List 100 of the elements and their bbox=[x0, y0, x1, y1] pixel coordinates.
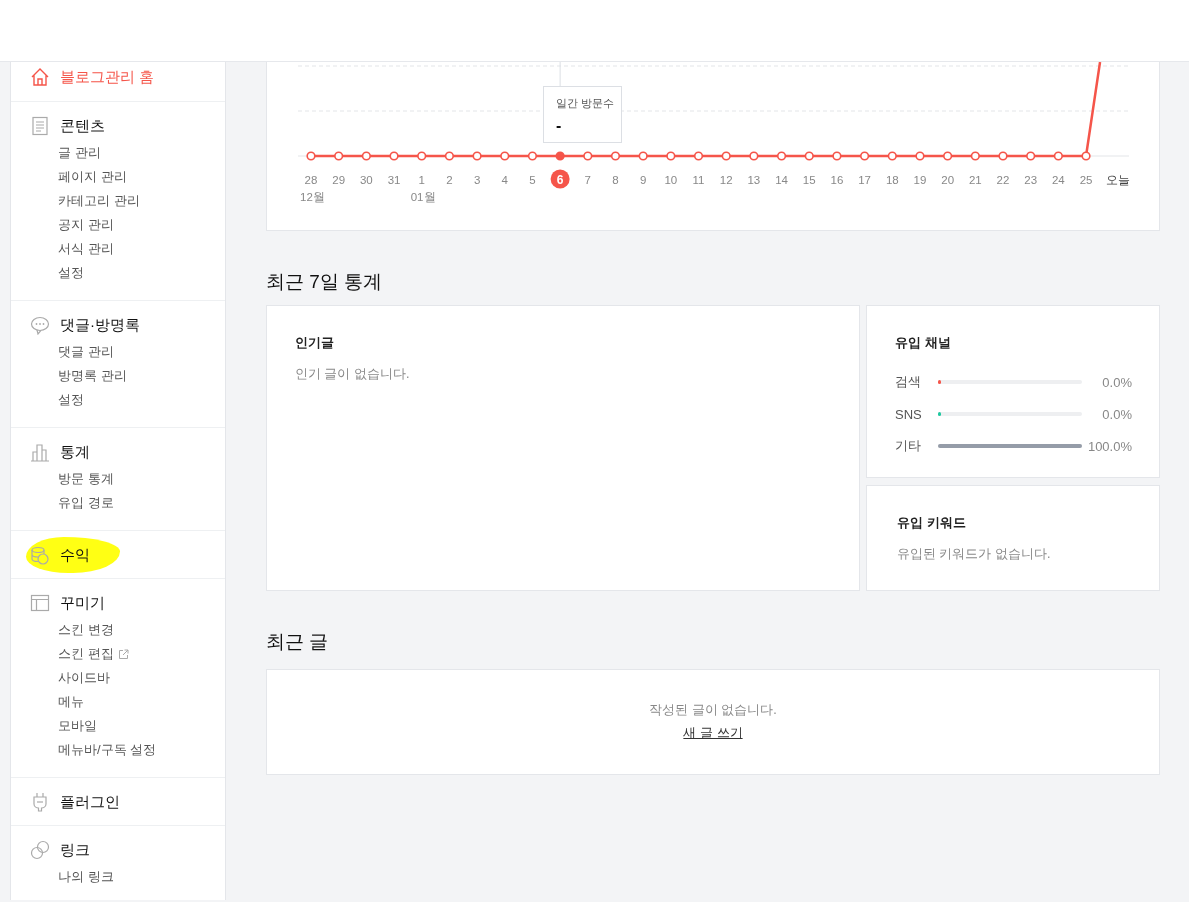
document-icon bbox=[30, 116, 50, 136]
month-label: 01월 bbox=[410, 191, 436, 203]
sidebar-item[interactable]: 댓글 관리 bbox=[58, 343, 114, 361]
sidebar-item[interactable]: 설정 bbox=[58, 264, 84, 282]
data-point[interactable] bbox=[527, 151, 538, 161]
data-point[interactable] bbox=[417, 151, 427, 161]
empty-message: 인기 글이 없습니다. bbox=[295, 366, 410, 383]
data-point[interactable] bbox=[389, 151, 399, 161]
sidebar-item[interactable]: 방명록 관리 bbox=[58, 367, 127, 385]
data-point[interactable] bbox=[776, 151, 787, 161]
date-label: 17 bbox=[858, 173, 871, 186]
coins-icon bbox=[30, 545, 50, 565]
tooltip-value: - bbox=[556, 117, 563, 135]
sidebar-section-title[interactable]: 링크 bbox=[60, 840, 90, 860]
date-label: 22 bbox=[996, 173, 1010, 186]
data-point[interactable] bbox=[998, 151, 1008, 161]
sidebar-section-title[interactable]: 수익 bbox=[60, 545, 90, 565]
date-label: 13 bbox=[747, 173, 761, 186]
sidebar-item[interactable]: 유입 경로 bbox=[58, 494, 114, 512]
sidebar-item[interactable]: 서식 관리 bbox=[58, 240, 114, 258]
channel-name: 검색 bbox=[895, 373, 922, 391]
date-label: 5 bbox=[529, 173, 536, 186]
sidebar-section-title[interactable]: 통계 bbox=[60, 442, 90, 462]
card-title: 유입 채널 bbox=[895, 334, 951, 352]
home-icon bbox=[30, 67, 50, 87]
date-label: 29 bbox=[332, 173, 346, 186]
sidebar-item[interactable]: 페이지 관리 bbox=[58, 168, 127, 186]
data-point[interactable] bbox=[721, 151, 731, 161]
date-label: 16 bbox=[830, 173, 844, 186]
date-label: 오늘 bbox=[1105, 173, 1130, 186]
data-point[interactable] bbox=[970, 151, 980, 161]
date-label: 24 bbox=[1051, 173, 1065, 186]
sidebar-item[interactable]: 방문 통계 bbox=[58, 470, 114, 488]
data-point[interactable] bbox=[472, 151, 482, 161]
date-label: 21 bbox=[968, 173, 982, 186]
data-point[interactable] bbox=[887, 151, 897, 161]
layout-icon bbox=[30, 593, 50, 613]
data-point[interactable] bbox=[583, 151, 593, 161]
sidebar-section-title[interactable]: 플러그인 bbox=[60, 792, 120, 812]
date-label: 4 bbox=[501, 173, 508, 186]
data-point[interactable] bbox=[361, 151, 371, 161]
data-point[interactable] bbox=[832, 151, 842, 161]
date-label: 2 bbox=[446, 173, 453, 186]
bar-chart-icon bbox=[30, 442, 50, 462]
date-label: 12 bbox=[719, 173, 733, 186]
tooltip-title: 일간 방문수 bbox=[556, 96, 616, 111]
date-label: 3 bbox=[473, 173, 481, 186]
section-heading: 최근 글 bbox=[266, 630, 330, 654]
chain-link-icon bbox=[30, 840, 50, 860]
data-point[interactable] bbox=[693, 151, 704, 161]
date-label: 28 bbox=[304, 173, 318, 186]
data-point[interactable] bbox=[555, 151, 565, 161]
data-point[interactable] bbox=[1081, 151, 1091, 161]
data-point[interactable] bbox=[1053, 151, 1063, 161]
sidebar-item[interactable]: 카테고리 관리 bbox=[58, 192, 140, 210]
data-point[interactable] bbox=[943, 151, 953, 161]
date-label: 23 bbox=[1024, 173, 1038, 186]
date-label: 9 bbox=[639, 173, 647, 186]
plug-icon bbox=[30, 792, 50, 812]
new-post-link[interactable]: 새 글 쓰기 bbox=[683, 724, 743, 742]
date-label: 25 bbox=[1079, 173, 1093, 186]
data-point[interactable] bbox=[610, 151, 621, 161]
sidebar-section-title[interactable]: 꾸미기 bbox=[60, 593, 105, 613]
sidebar-item[interactable]: 사이드바 bbox=[58, 669, 110, 687]
card-title: 유입 키워드 bbox=[897, 514, 966, 532]
date-label: 18 bbox=[885, 173, 899, 186]
empty-message: 작성된 글이 없습니다. bbox=[649, 702, 777, 719]
sidebar-item[interactable]: 공지 관리 bbox=[58, 216, 114, 234]
empty-message: 유입된 키워드가 없습니다. bbox=[897, 546, 1051, 563]
data-point[interactable] bbox=[749, 151, 759, 161]
data-point[interactable] bbox=[1026, 151, 1036, 161]
sidebar-item[interactable]: 모바일 bbox=[58, 717, 97, 735]
data-point[interactable] bbox=[860, 151, 870, 161]
data-point[interactable] bbox=[444, 151, 454, 161]
date-label: 15 bbox=[802, 173, 816, 186]
date-label: 7 bbox=[584, 173, 591, 186]
date-label: 31 bbox=[387, 173, 401, 186]
date-label: 20 bbox=[941, 173, 955, 186]
data-point[interactable] bbox=[334, 151, 344, 161]
data-point[interactable] bbox=[306, 151, 316, 161]
sidebar-item[interactable]: 설정 bbox=[58, 391, 84, 409]
sidebar-item[interactable]: 글 관리 bbox=[58, 144, 101, 162]
data-point[interactable] bbox=[804, 151, 814, 161]
sidebar-item[interactable]: 스킨 편집 bbox=[58, 645, 114, 663]
card-title: 인기글 bbox=[295, 334, 334, 352]
sidebar-item[interactable]: 메뉴 bbox=[58, 693, 84, 711]
sidebar-item[interactable]: 나의 링크 bbox=[58, 868, 114, 886]
sidebar-item[interactable]: 스킨 변경 bbox=[58, 621, 114, 639]
date-label: 14 bbox=[775, 173, 788, 186]
sidebar-section-title[interactable]: 콘텐츠 bbox=[60, 116, 105, 136]
sidebar-section-title[interactable]: 댓글·방명록 bbox=[60, 315, 140, 335]
data-point[interactable] bbox=[666, 151, 676, 161]
data-point[interactable] bbox=[500, 151, 510, 161]
section-heading: 최근 7일 통계 bbox=[266, 270, 384, 294]
data-point[interactable] bbox=[915, 151, 925, 161]
data-point[interactable] bbox=[638, 151, 648, 161]
sidebar-item[interactable]: 메뉴바/구독 설정 bbox=[58, 741, 157, 759]
date-label: 30 bbox=[359, 173, 373, 186]
date-label: 1 bbox=[418, 173, 425, 186]
channel-name: 기타 bbox=[895, 437, 922, 455]
